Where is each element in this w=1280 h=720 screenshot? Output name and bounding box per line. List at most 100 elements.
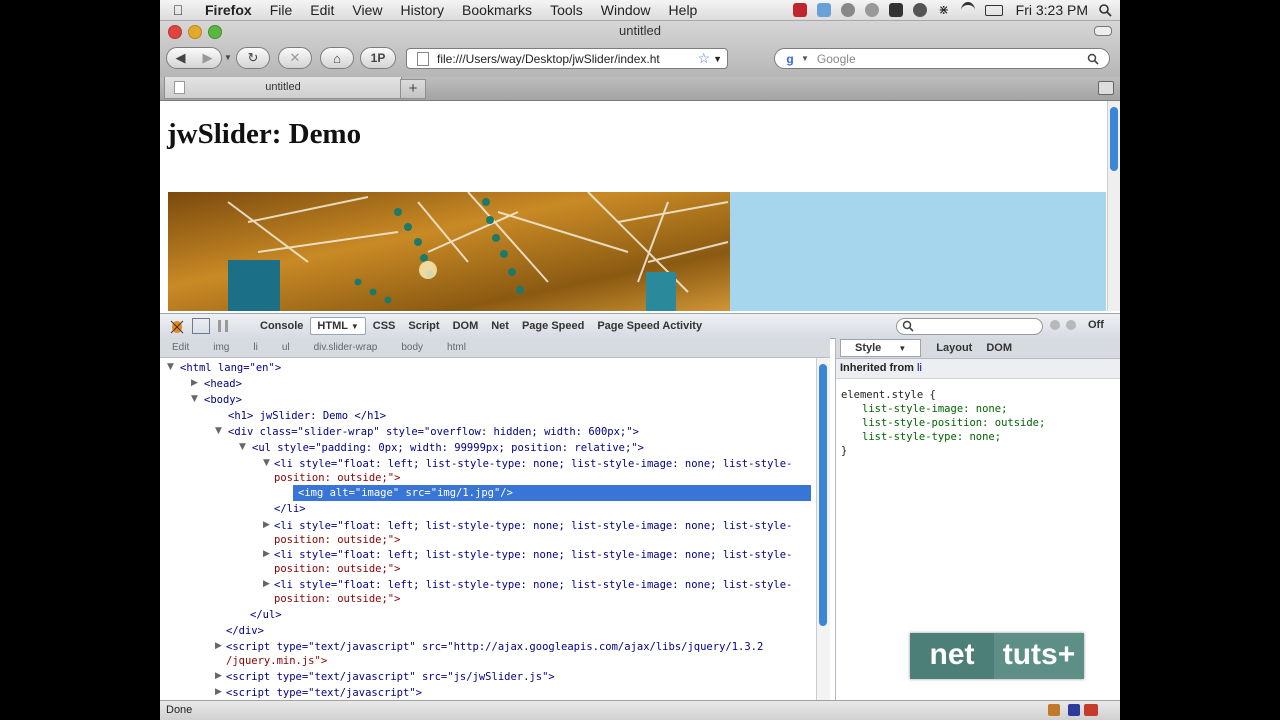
html-panel-scrollbar[interactable] <box>816 358 830 700</box>
forward-icon[interactable]: ▶ <box>203 50 213 66</box>
new-tab-button[interactable]: + <box>400 79 426 99</box>
apple-icon[interactable]:  <box>160 2 196 18</box>
menu-help[interactable]: Help <box>660 2 707 18</box>
menu-tools[interactable]: Tools <box>541 2 592 18</box>
tree-node-ul[interactable]: <ul style="padding: 0px; width: 99999px;… <box>252 442 644 455</box>
side-tab-style[interactable]: Style ▼ <box>840 339 922 357</box>
tree-node-body[interactable]: <body> <box>204 394 242 407</box>
record-icon[interactable] <box>792 3 807 17</box>
inspect-icon[interactable] <box>192 318 210 334</box>
edit-button[interactable]: Edit <box>160 342 201 353</box>
menu-bookmarks[interactable]: Bookmarks <box>453 2 541 18</box>
html-scroll-thumb[interactable] <box>819 364 827 626</box>
s3-icon[interactable] <box>1068 704 1080 716</box>
expand-toggle-icon[interactable]: ▶ <box>215 687 222 697</box>
expand-toggle-icon[interactable]: ▶ <box>263 549 270 559</box>
app-grid-icon[interactable] <box>816 3 831 17</box>
breadcrumb-body[interactable]: body <box>389 342 435 353</box>
menu-file[interactable]: File <box>261 2 302 18</box>
tree-node-html[interactable]: <html lang="en"> <box>180 362 281 375</box>
tree-node-div[interactable]: <div class="slider-wrap" style="overflow… <box>228 426 639 439</box>
tab-html[interactable]: HTML ▼ <box>310 317 366 335</box>
tree-node-img-selected[interactable]: <img alt="image" src="img/1.jpg"/> <box>298 487 513 500</box>
battery-icon[interactable] <box>984 4 1003 16</box>
toolbar-toggle-button[interactable] <box>1094 26 1112 36</box>
history-dropdown-icon[interactable]: ▼ <box>224 53 232 62</box>
menu-history[interactable]: History <box>391 2 453 18</box>
tree-node-li[interactable]: <li style="float: left; list-style-type:… <box>274 520 792 533</box>
bookmark-star-icon[interactable]: ☆ <box>698 50 711 67</box>
tree-node-script[interactable]: <script type="text/javascript" src="js/j… <box>226 671 555 684</box>
css-property[interactable]: list-style-type: none; <box>841 430 1120 444</box>
expand-toggle-icon[interactable]: ▶ <box>215 641 222 651</box>
breadcrumb-html[interactable]: html <box>435 342 478 353</box>
tree-node-li[interactable]: <li style="float: left; list-style-type:… <box>274 458 792 471</box>
css-property[interactable]: list-style-position: outside; <box>841 416 1120 430</box>
breadcrumb-img[interactable]: img <box>201 342 241 353</box>
inherited-tag-link[interactable]: li <box>917 362 922 374</box>
tree-node-li[interactable]: <li style="float: left; list-style-type:… <box>274 549 792 562</box>
detach-firebug-icon[interactable] <box>1066 320 1076 330</box>
expand-toggle-icon[interactable]: ▶ <box>215 671 222 681</box>
expand-toggle-icon[interactable]: ▼ <box>167 362 174 372</box>
url-text[interactable]: file:///Users/way/Desktop/jwSlider/index… <box>437 52 698 66</box>
tab-dom[interactable]: DOM <box>447 318 485 334</box>
tab-console[interactable]: Console <box>254 318 309 334</box>
tab-page-speed[interactable]: Page Speed <box>516 318 590 334</box>
tree-node-script[interactable]: <script type="text/javascript" src="http… <box>226 641 763 654</box>
firebug-search-input[interactable] <box>896 318 1043 335</box>
tab-script[interactable]: Script <box>402 318 445 334</box>
css-property[interactable]: list-style-image: none; <box>841 402 1120 416</box>
page-scrollbar[interactable] <box>1107 101 1120 311</box>
tab-page-speed-activity[interactable]: Page Speed Activity <box>591 318 708 334</box>
search-icon[interactable] <box>1087 53 1099 65</box>
tree-node-script[interactable]: <script type="text/javascript"> <box>226 687 422 700</box>
tree-node-head[interactable]: <head> <box>204 378 242 391</box>
expand-toggle-icon[interactable]: ▼ <box>191 394 198 404</box>
page-scroll-thumb[interactable] <box>1110 107 1118 171</box>
search-engine-dropdown-icon[interactable]: ▼ <box>801 54 809 63</box>
back-icon[interactable]: ◀ <box>176 50 186 66</box>
expand-toggle-icon[interactable]: ▶ <box>191 378 198 388</box>
tree-node-h1[interactable]: <h1> jwSlider: Demo </h1> <box>228 410 386 423</box>
stop-button[interactable]: ✕ <box>278 47 312 69</box>
tree-node-li[interactable]: <li style="float: left; list-style-type:… <box>274 579 792 592</box>
search-placeholder[interactable]: Google <box>817 52 1087 66</box>
breadcrumb-ul[interactable]: ul <box>270 342 302 353</box>
clock[interactable]: Fri 3:23 PM <box>1016 2 1088 18</box>
tab-css[interactable]: CSS <box>367 318 402 334</box>
bookmark-1p-button[interactable]: 1P <box>360 47 396 69</box>
sync-icon[interactable] <box>840 3 855 17</box>
breadcrumb-div[interactable]: div.slider-wrap <box>302 342 390 353</box>
target-icon[interactable] <box>864 3 879 17</box>
side-tab-layout[interactable]: Layout <box>929 340 979 356</box>
back-forward-buttons[interactable]: ◀ ▶ <box>166 47 222 69</box>
firebug-off-button[interactable]: Off <box>1088 319 1104 331</box>
pause-icon[interactable] <box>218 320 228 332</box>
spotlight-icon[interactable] <box>1098 3 1112 17</box>
minimize-firebug-icon[interactable] <box>1050 320 1060 330</box>
breadcrumb-li[interactable]: li <box>241 342 269 353</box>
url-bar[interactable]: file:///Users/way/Desktop/jwSlider/index… <box>406 48 728 69</box>
menu-edit[interactable]: Edit <box>301 2 343 18</box>
firebug-status-icon[interactable] <box>1048 704 1060 716</box>
expand-toggle-icon[interactable]: ▼ <box>215 426 222 436</box>
firebug-icon[interactable] <box>168 318 186 334</box>
wifi-icon[interactable] <box>960 1 975 19</box>
google-icon[interactable]: g <box>783 51 797 66</box>
bluetooth-icon[interactable]: ⋇ <box>937 3 951 17</box>
tab-list-icon[interactable] <box>1098 81 1114 95</box>
url-dropdown-icon[interactable]: ▼ <box>713 54 722 64</box>
expand-toggle-icon[interactable]: ▶ <box>263 520 270 530</box>
tab-net[interactable]: Net <box>485 318 515 334</box>
expand-toggle-icon[interactable]: ▶ <box>263 579 270 589</box>
evernote-icon[interactable] <box>888 3 903 17</box>
expand-toggle-icon[interactable]: ▼ <box>239 442 246 452</box>
tab-untitled[interactable]: untitled <box>164 77 402 99</box>
side-tab-dom[interactable]: DOM <box>979 340 1019 356</box>
reload-button[interactable]: ↻ <box>236 47 270 69</box>
search-bar[interactable]: g ▼ Google <box>774 48 1110 69</box>
time-machine-icon[interactable] <box>912 3 927 17</box>
ox-icon[interactable] <box>1084 704 1098 716</box>
menu-view[interactable]: View <box>343 2 391 18</box>
